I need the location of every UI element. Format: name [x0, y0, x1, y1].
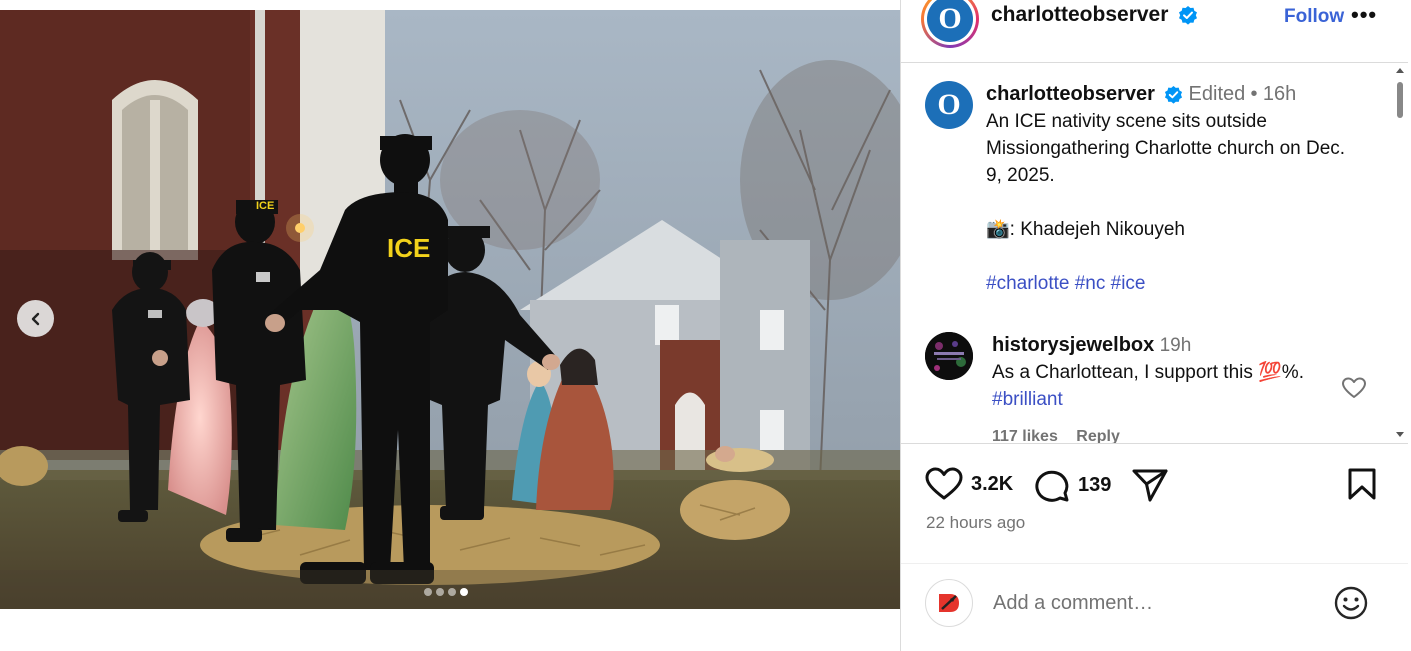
emoji-picker-icon[interactable]: [1333, 585, 1369, 621]
header-username-row: charlotteobserver: [991, 3, 1198, 27]
caption: charlotteobserver Edited • 16h An ICE na…: [986, 81, 1366, 297]
likes-count[interactable]: 3.2K: [971, 473, 1013, 496]
header-username[interactable]: charlotteobserver: [991, 3, 1168, 26]
save-action: [1347, 467, 1377, 501]
scrollbar[interactable]: [1393, 64, 1407, 443]
verified-badge-icon: [1165, 86, 1183, 105]
follow-button[interactable]: Follow: [1284, 6, 1344, 28]
save-bookmark-icon[interactable]: [1347, 467, 1377, 501]
comments-scroll-area[interactable]: O charlotteobserver Edited • 16h An ICE …: [901, 64, 1408, 443]
comment-actions: 117 likes Reply: [992, 428, 1134, 443]
comment-text: As a Charlottean, I support this 💯%.: [992, 362, 1304, 383]
caption-logo-letter: O: [937, 88, 961, 121]
current-user-avatar[interactable]: [925, 579, 973, 627]
carousel-dot: [424, 588, 432, 596]
nativity-photo: ICE E ICE: [0, 10, 900, 609]
story-ring[interactable]: O: [921, 0, 979, 48]
carousel-indicator: [424, 588, 468, 596]
more-options-icon[interactable]: •••: [1351, 2, 1377, 28]
commenter-avatar[interactable]: [925, 332, 973, 380]
caption-age: 16h: [1262, 83, 1297, 105]
comment-likes[interactable]: 117 likes: [992, 428, 1058, 443]
share-action: [1131, 467, 1169, 503]
chevron-left-icon: [31, 312, 39, 325]
scroll-down-arrow-icon[interactable]: [1396, 432, 1404, 437]
commenter-username[interactable]: historysjewelbox: [992, 334, 1154, 356]
carousel-dot: [436, 588, 444, 596]
scrollbar-thumb[interactable]: [1397, 82, 1403, 118]
scroll-up-arrow-icon[interactable]: [1396, 68, 1404, 73]
post-header: O charlotteobserver Follow •••: [901, 0, 1408, 63]
logo-letter: O: [938, 2, 962, 35]
profile-avatar: O: [927, 0, 973, 42]
like-heart-icon[interactable]: [925, 467, 963, 501]
user-avatar-icon: [939, 594, 959, 612]
comment-action: 139: [1034, 467, 1111, 503]
comment-like-heart-icon[interactable]: [1341, 376, 1367, 400]
comment-bubble-icon[interactable]: [1034, 467, 1070, 503]
post-actions: 3.2K 139 22 hours ago: [901, 443, 1408, 563]
vest-label-small: ICE: [256, 200, 274, 212]
post-sidebar: O charlotteobserver Follow ••• O charlot…: [900, 0, 1408, 651]
verified-badge-icon: [1179, 6, 1198, 26]
add-comment-bar: [901, 563, 1408, 651]
carousel-dot: [448, 588, 456, 596]
previous-photo-button[interactable]: [17, 300, 54, 337]
share-paper-plane-icon[interactable]: [1131, 467, 1169, 503]
meta-separator: •: [1250, 83, 1258, 105]
comments-count[interactable]: 139: [1078, 474, 1111, 497]
caption-avatar[interactable]: O: [925, 81, 973, 129]
vest-label: ICE: [387, 233, 430, 263]
caption-username[interactable]: charlotteobserver: [986, 83, 1155, 105]
caption-meta-row: charlotteobserver Edited • 16h: [986, 81, 1366, 108]
post-timestamp: 22 hours ago: [926, 513, 1026, 532]
post-viewer: ICE E ICE: [0, 0, 1411, 651]
comment: historysjewelbox 19h As a Charlottean, I…: [992, 332, 1312, 413]
carousel-dot-active: [460, 588, 468, 596]
caption-hashtags[interactable]: #charlotte #nc #ice: [986, 270, 1366, 297]
comment-hashtag[interactable]: #brilliant: [992, 389, 1063, 410]
reply-button[interactable]: Reply: [1076, 428, 1120, 443]
commenter-avatar-image: [925, 332, 973, 380]
photo-credit: 📸: Khadejeh Nikouyeh: [986, 219, 1185, 240]
add-comment-input[interactable]: [993, 588, 1293, 618]
caption-text: An ICE nativity scene sits outside Missi…: [986, 111, 1346, 186]
post-photo[interactable]: ICE E ICE: [0, 10, 900, 609]
like-action: 3.2K: [925, 467, 1013, 501]
edited-label: Edited: [1188, 83, 1246, 105]
comment-age: 19h: [1159, 335, 1192, 356]
